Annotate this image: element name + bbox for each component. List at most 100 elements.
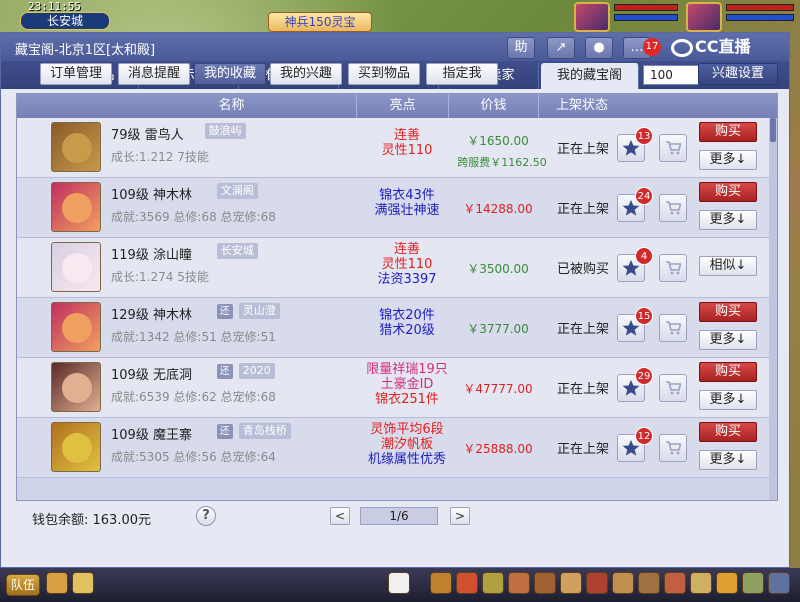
character-level-name: 109级 无底洞	[111, 368, 192, 383]
cart-icon[interactable]	[659, 194, 687, 222]
player-mp-bar	[726, 14, 794, 21]
price-value: ￥25888.00	[463, 442, 533, 456]
avatar-face	[62, 253, 92, 283]
emote-icon[interactable]	[72, 572, 94, 594]
friends-icon[interactable]	[638, 572, 660, 594]
highlights-cell: 锦衣20件 猎术20级	[357, 308, 457, 338]
event-banner[interactable]: 神兵150灵宝	[268, 12, 372, 32]
price-value: ￥47777.00	[463, 382, 533, 396]
more-button[interactable]: 更多↓	[699, 210, 757, 230]
character-stats: 成长:1.274 5技能	[111, 270, 209, 284]
highlight-text: 满强壮神速	[374, 203, 440, 218]
helper-icon[interactable]: 助	[507, 37, 535, 59]
highlight-text: 连善	[393, 242, 420, 257]
table-row[interactable]: 109级 魔王寨 还青岛栈桥 成就:5305 总修:56 总宠修:64 灵饰平均6段潮…	[17, 418, 769, 478]
table-row[interactable]: 119级 涂山瞳 长安城 成长:1.274 5技能 连善 灵性110 法资3397 ￥350…	[17, 238, 769, 298]
scrollbar-thumb[interactable]	[770, 118, 776, 142]
window-titlebar[interactable]: 藏宝阁-北京1区[太和殿] 助 ↗ ● … 17 CC直播	[1, 33, 789, 61]
buy-button[interactable]: 购买	[699, 362, 757, 382]
table-row[interactable]: 109级 无底洞 还 2020 成就:6539 总修:62 总宠修:68 限量祥瑞19只…	[17, 358, 769, 418]
give-icon[interactable]	[482, 572, 504, 594]
next-page-button[interactable]: >	[450, 507, 470, 525]
table-row[interactable]: 79级 雷鸟人 鼓浪屿 成长:1.212 7技能 连善 灵性110 ￥1650.00 跨服费…	[17, 118, 769, 178]
character-avatar[interactable]	[51, 122, 101, 172]
character-level-name: 119级 涂山瞳	[111, 248, 192, 263]
settings-icon[interactable]: ●	[585, 37, 613, 59]
team-icon[interactable]	[534, 572, 556, 594]
pet-portrait[interactable]	[574, 2, 610, 32]
highlight-text: 潮汐帆板	[380, 437, 433, 452]
character-avatar[interactable]	[51, 242, 101, 292]
buy-button[interactable]: 购买	[699, 422, 757, 442]
table-row[interactable]: 109级 神木林 文澜阁 成就:3569 总修:68 总宠修:68 锦衣43件 满强壮神…	[17, 178, 769, 238]
cart-icon[interactable]	[659, 434, 687, 462]
mail-icon[interactable]	[664, 572, 686, 594]
activity-icon[interactable]	[716, 572, 738, 594]
pet-hp-bar	[614, 4, 678, 11]
item-icon[interactable]	[456, 572, 478, 594]
page-indicator: 1/6	[360, 507, 438, 525]
more-button[interactable]: 更多↓	[699, 330, 757, 350]
interest-settings-button[interactable]: 兴趣设置	[698, 63, 778, 85]
menu-icon[interactable]	[768, 572, 790, 594]
price-value: ￥1650.00	[467, 134, 529, 148]
favorite-count-badge: 15	[635, 307, 653, 325]
voice-icon[interactable]	[46, 572, 68, 594]
subtab-interests[interactable]: 我的兴趣	[270, 63, 342, 85]
character-stats: 成长:1.212 7技能	[111, 150, 209, 164]
pet-icon[interactable]	[388, 572, 410, 594]
attack-icon[interactable]	[430, 572, 452, 594]
cart-icon[interactable]	[659, 314, 687, 342]
buy-button[interactable]: 购买	[699, 122, 757, 142]
window-title: 藏宝阁-北京1区[太和殿]	[15, 43, 156, 58]
more-button[interactable]: 更多↓	[699, 390, 757, 410]
subtab-messages[interactable]: 消息提醒	[118, 63, 190, 85]
trade-icon[interactable]	[508, 572, 530, 594]
prev-page-button[interactable]: <	[330, 507, 350, 525]
avatar-face	[62, 133, 92, 163]
subtab-favorites[interactable]: 我的收藏	[194, 63, 266, 85]
table-row[interactable]: 129级 神木林 还灵山澄 成就:1342 总修:51 总宠修:51 锦衣20件 猎术2…	[17, 298, 769, 358]
character-avatar[interactable]	[51, 362, 101, 412]
server-tag: 灵山澄	[238, 303, 280, 319]
similar-button[interactable]: 相似↓	[699, 256, 757, 276]
highlights-cell: 灵饰平均6段 潮汐帆板 机缘属性优秀	[357, 422, 457, 467]
subtab-orders[interactable]: 订单管理	[40, 63, 112, 85]
guild-icon[interactable]	[560, 572, 582, 594]
cart-icon[interactable]	[659, 134, 687, 162]
cc-logo-text: CC直播	[695, 37, 751, 56]
listing-status: 已被购买	[556, 262, 609, 277]
gang-icon[interactable]	[612, 572, 634, 594]
character-level-name: 109级 神木林	[111, 188, 192, 203]
table-body: 79级 雷鸟人 鼓浪屿 成长:1.212 7技能 连善 灵性110 ￥1650.00 跨服费…	[17, 118, 769, 500]
favorite-count-badge: 12	[635, 427, 653, 445]
more-button[interactable]: 更多↓	[699, 450, 757, 470]
price-value: ￥3500.00	[467, 262, 529, 276]
shop-icon[interactable]	[690, 572, 712, 594]
share-icon[interactable]: ↗	[547, 37, 575, 59]
highlight-text: 法资3397	[377, 272, 437, 287]
subtab-purchased[interactable]: 买到物品	[348, 63, 420, 85]
wallet-balance: 钱包余额: 163.00元	[32, 513, 151, 528]
subtab-assigned-me[interactable]: 指定我	[426, 63, 498, 85]
buy-button[interactable]: 购买	[699, 182, 757, 202]
cart-icon[interactable]	[659, 254, 687, 282]
character-avatar[interactable]	[51, 422, 101, 472]
listing-status: 正在上架	[556, 202, 609, 217]
listing-status: 正在上架	[556, 322, 609, 337]
tab-my-pavilion[interactable]: 我的藏宝阁	[541, 63, 639, 89]
player-portrait[interactable]	[686, 2, 722, 32]
system-icon[interactable]	[742, 572, 764, 594]
cc-live-logo: CC直播	[671, 35, 783, 59]
team-button[interactable]: 队伍	[6, 574, 40, 596]
help-icon[interactable]: ?	[196, 506, 216, 526]
listing-status: 正在上架	[556, 442, 609, 457]
character-avatar[interactable]	[51, 302, 101, 352]
favorite-count-badge: 24	[635, 187, 653, 205]
cart-icon[interactable]	[659, 374, 687, 402]
more-button[interactable]: 更多↓	[699, 150, 757, 170]
character-avatar[interactable]	[51, 182, 101, 232]
table-scrollbar[interactable]	[769, 118, 777, 500]
buy-button[interactable]: 购买	[699, 302, 757, 322]
quest-icon[interactable]	[586, 572, 608, 594]
